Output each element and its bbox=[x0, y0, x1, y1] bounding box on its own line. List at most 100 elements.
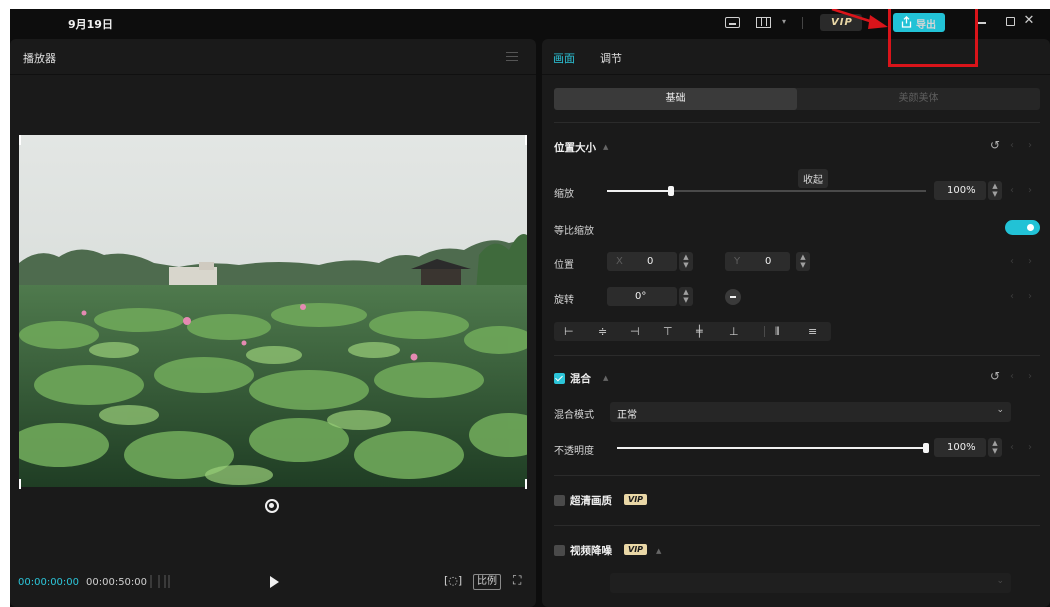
menu-icon[interactable] bbox=[506, 52, 518, 61]
opacity-stepper[interactable]: ▲ ▼ bbox=[988, 438, 1002, 457]
crop-handle[interactable] bbox=[525, 135, 527, 145]
distribute-horizontal-icon[interactable]: ⫴ bbox=[775, 325, 780, 339]
opacity-label: 不透明度 bbox=[554, 446, 594, 457]
fullscreen-icon[interactable]: ⛶ bbox=[513, 573, 521, 588]
keyframe-nav-icon[interactable]: ‹› bbox=[1010, 185, 1046, 196]
tab-picture[interactable]: 画面 bbox=[553, 50, 575, 66]
denoise-select[interactable]: ⌄ bbox=[610, 573, 1011, 593]
blend-mode-value: 正常 bbox=[617, 410, 637, 421]
tooltip: 收起 bbox=[798, 169, 828, 188]
layout-icon[interactable] bbox=[756, 17, 771, 28]
position-x-stepper[interactable]: ▲ ▼ bbox=[679, 252, 693, 271]
maximize-icon[interactable] bbox=[1006, 17, 1015, 26]
keyframe-nav-icon[interactable]: ‹› bbox=[1010, 291, 1046, 302]
keyframe-nav-icon[interactable]: ‹› bbox=[1010, 442, 1046, 453]
position-x-input[interactable]: X 0 bbox=[607, 252, 677, 271]
align-middle-vertical-icon[interactable]: ╪ bbox=[696, 325, 703, 338]
scale-stepper[interactable]: ▲ ▼ bbox=[988, 181, 1002, 200]
divider bbox=[554, 525, 1040, 526]
chevron-up-icon[interactable]: ▲ bbox=[656, 547, 661, 555]
rotate-handle-icon[interactable] bbox=[265, 499, 279, 513]
rotate-input[interactable]: 0° bbox=[607, 287, 677, 306]
denoise-checkbox[interactable] bbox=[554, 545, 565, 556]
chevron-down-icon[interactable]: ▾ bbox=[776, 15, 792, 29]
align-center-horizontal-icon[interactable]: ≑ bbox=[598, 325, 607, 338]
opacity-slider-handle[interactable] bbox=[923, 443, 929, 453]
rotate-dial[interactable] bbox=[725, 289, 741, 305]
annotation-arrow-icon bbox=[831, 9, 888, 29]
section-title-blend: 混合 bbox=[570, 373, 591, 385]
y-value: 0 bbox=[765, 256, 772, 267]
player-panel: 播放器 00:00:00:00 00:00:50:00 [◌] 比例 ⛶ bbox=[10, 39, 536, 607]
rotate-label: 旋转 bbox=[554, 295, 574, 306]
inspector-panel: 画面 调节 基础 美颜美体 位置大小 ▲ ↺ ‹› 收起 缩放 100% ▲ ▼ … bbox=[542, 39, 1050, 607]
y-axis-label: Y bbox=[734, 256, 741, 267]
keyframe-nav-icon[interactable]: ‹› bbox=[1010, 371, 1046, 382]
chevron-down-icon: ⌄ bbox=[996, 405, 1004, 415]
annotation-highlight-box bbox=[888, 9, 978, 67]
chevron-up-icon[interactable]: ▲ bbox=[603, 374, 608, 382]
rotate-dial-indicator bbox=[730, 296, 736, 298]
crop-handle[interactable] bbox=[19, 135, 21, 145]
opacity-slider-fill bbox=[617, 447, 926, 449]
divider bbox=[802, 17, 803, 29]
x-axis-label: X bbox=[616, 256, 623, 267]
opacity-input[interactable]: 100% bbox=[934, 438, 986, 457]
divider bbox=[554, 122, 1040, 123]
scale-label: 缩放 bbox=[554, 189, 574, 200]
segment-basic[interactable]: 基础 bbox=[554, 88, 797, 110]
reset-icon[interactable]: ↺ bbox=[990, 138, 1000, 152]
crop-handle[interactable] bbox=[525, 479, 527, 489]
duration: 00:00:50:00 bbox=[86, 577, 148, 588]
section-title-position-size: 位置大小 bbox=[554, 142, 596, 154]
position-y-stepper[interactable]: ▲ ▼ bbox=[796, 252, 810, 271]
hd-checkbox[interactable] bbox=[554, 495, 565, 506]
divider bbox=[554, 475, 1040, 476]
blend-mode-label: 混合模式 bbox=[554, 410, 594, 421]
scale-slider-handle[interactable] bbox=[668, 186, 674, 196]
scale-input[interactable]: 100% bbox=[934, 181, 986, 200]
app-window: 9月19日 ▾ VIP 导出 ✕ 播放器 00:00:00:00 00:00:5… bbox=[10, 9, 1050, 607]
close-icon[interactable]: ✕ bbox=[1021, 14, 1037, 28]
keyframe-nav-icon[interactable]: ‹› bbox=[1010, 256, 1046, 267]
blend-mode-select[interactable]: 正常 ⌄ bbox=[610, 402, 1011, 422]
timeline-grid-icon[interactable] bbox=[150, 575, 170, 588]
reset-icon[interactable]: ↺ bbox=[990, 369, 1000, 383]
keyframe-nav-icon[interactable]: ‹› bbox=[1010, 140, 1046, 151]
blend-checkbox[interactable] bbox=[554, 373, 565, 384]
keyboard-shortcuts-icon[interactable] bbox=[725, 17, 740, 28]
vip-badge: VIP bbox=[624, 544, 648, 555]
divider bbox=[764, 326, 765, 337]
x-value: 0 bbox=[647, 256, 654, 267]
project-title: 9月19日 bbox=[68, 18, 113, 31]
divider bbox=[554, 355, 1040, 356]
video-preview[interactable] bbox=[19, 135, 527, 487]
uniform-scale-label: 等比缩放 bbox=[554, 226, 594, 237]
align-toolbar: ⊢ ≑ ⊣ ⊤ ╪ ⊥ ⫴ ≡ bbox=[554, 322, 831, 341]
player-header: 播放器 bbox=[10, 39, 536, 75]
position-y-input[interactable]: Y 0 bbox=[725, 252, 790, 271]
align-left-icon[interactable]: ⊢ bbox=[564, 325, 574, 338]
player-title: 播放器 bbox=[23, 52, 56, 65]
distribute-vertical-icon[interactable]: ≡ bbox=[808, 325, 817, 338]
align-right-icon[interactable]: ⊣ bbox=[630, 325, 640, 338]
chevron-up-icon[interactable]: ▲ bbox=[603, 143, 608, 151]
align-bottom-icon[interactable]: ⊥ bbox=[729, 325, 739, 338]
focus-frame-icon[interactable]: [◌] bbox=[444, 574, 462, 589]
chevron-down-icon: ⌄ bbox=[996, 576, 1004, 586]
uniform-scale-toggle[interactable] bbox=[1005, 220, 1040, 235]
segment-control: 基础 美颜美体 bbox=[554, 88, 1040, 110]
scale-slider-fill bbox=[607, 190, 671, 192]
rotate-stepper[interactable]: ▲ ▼ bbox=[679, 287, 693, 306]
position-label: 位置 bbox=[554, 260, 574, 271]
aspect-ratio-button[interactable]: 比例 bbox=[473, 574, 501, 590]
play-icon[interactable] bbox=[270, 576, 279, 588]
current-time: 00:00:00:00 bbox=[18, 577, 80, 588]
segment-beauty[interactable]: 美颜美体 bbox=[797, 88, 1040, 110]
crop-handle[interactable] bbox=[19, 479, 21, 489]
section-title-denoise: 视频降噪 bbox=[570, 545, 612, 557]
section-title-hd: 超清画质 bbox=[570, 495, 612, 507]
tab-adjust[interactable]: 调节 bbox=[600, 50, 622, 66]
align-top-icon[interactable]: ⊤ bbox=[663, 325, 673, 338]
vip-badge: VIP bbox=[624, 494, 648, 505]
